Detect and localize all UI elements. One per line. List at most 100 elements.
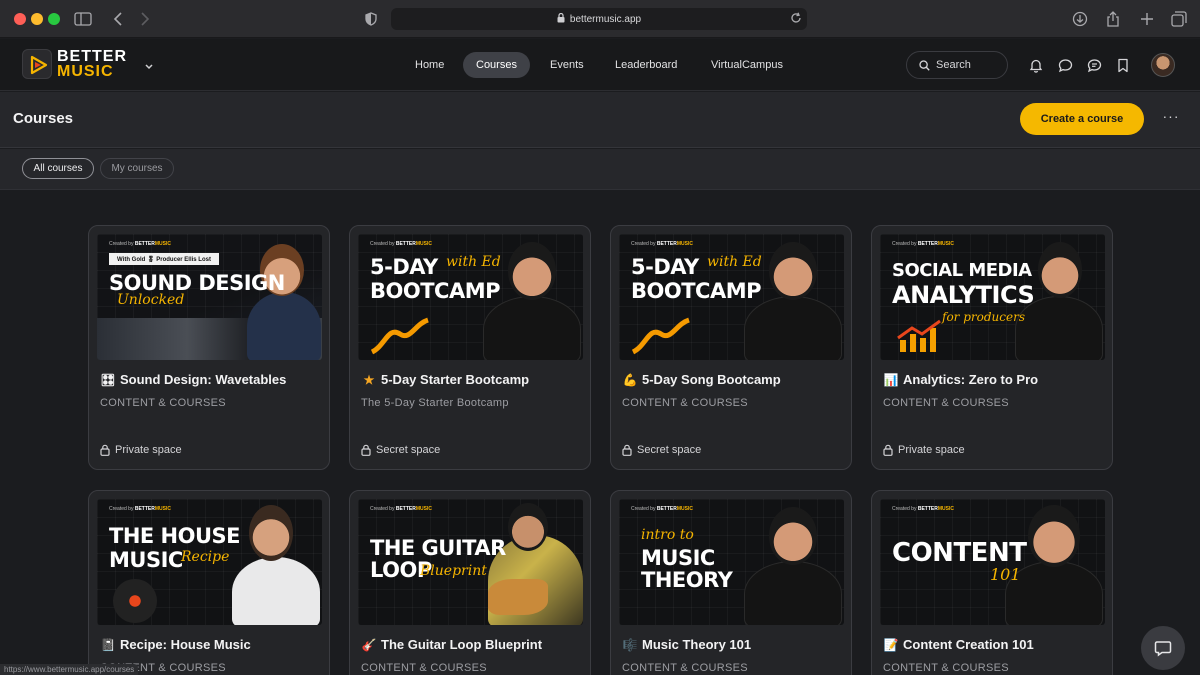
course-card[interactable]: Created by BETTERMUSIC SOCIAL MEDIA ANAL…: [871, 225, 1113, 470]
back-icon[interactable]: [107, 8, 129, 30]
thumbnail-script: Recipe: [181, 549, 230, 565]
recipe-icon: 📓: [100, 637, 116, 652]
course-space: Secret space: [622, 444, 701, 456]
filter-bar: All courses My courses: [0, 149, 1200, 190]
course-space: Private space: [100, 444, 182, 456]
course-card[interactable]: Created by BETTERMUSIC intro to MUSIC TH…: [610, 490, 852, 675]
minimize-window-button[interactable]: [31, 13, 43, 25]
lock-icon: [622, 444, 632, 456]
thumbnail-title: CONTENT: [892, 538, 1027, 568]
star-icon: ★: [363, 372, 375, 387]
course-thumbnail: Created by BETTERMUSIC intro to MUSIC TH…: [619, 499, 844, 625]
thumbnail-subtitle: BOOTCAMP: [370, 279, 501, 303]
thumbnail-brand: Created by BETTERMUSIC: [109, 241, 171, 247]
thumbnail-banner: With Gold 🎖 Producer Ellis Lost: [109, 253, 219, 265]
muscle-icon: 💪: [622, 372, 638, 387]
search-icon: [919, 59, 930, 71]
course-subtitle: CONTENT & COURSES: [883, 397, 1009, 409]
course-card[interactable]: Created by BETTERMUSIC THE HOUSE MUSIC R…: [88, 490, 330, 675]
course-space: Private space: [883, 444, 965, 456]
lock-icon: [100, 444, 110, 456]
chat-icon: [1154, 641, 1172, 657]
course-title: 🎼 Music Theory 101: [622, 637, 752, 652]
course-card[interactable]: Created by BETTERMUSIC CONTENT 101 📝 Cont…: [871, 490, 1113, 675]
new-tab-icon[interactable]: [1136, 8, 1158, 30]
bookmark-icon[interactable]: [1113, 55, 1133, 75]
share-icon[interactable]: [1102, 8, 1124, 30]
course-title: 📊 Analytics: Zero to Pro: [883, 372, 1039, 387]
course-card[interactable]: Created by BETTERMUSIC 5-DAY with Ed BOO…: [610, 225, 852, 470]
thumbnail-script: Blueprint: [420, 563, 487, 579]
chart-icon: 📊: [883, 372, 899, 387]
course-title: 🎛 Sound Design: Wavetables: [100, 372, 287, 387]
course-subtitle: CONTENT & COURSES: [361, 662, 487, 674]
thumbnail-title: 5-DAY: [631, 255, 699, 279]
notifications-bell-icon[interactable]: [1026, 55, 1046, 75]
thumbnail-script: 101: [990, 565, 1021, 584]
course-card[interactable]: Created by BETTERMUSIC With Gold 🎖 Produ…: [88, 225, 330, 470]
thumbnail-brand: Created by BETTERMUSIC: [631, 506, 693, 512]
filter-all-courses[interactable]: All courses: [22, 158, 94, 179]
reload-icon[interactable]: [790, 12, 802, 27]
nav-leaderboard[interactable]: Leaderboard: [602, 52, 690, 78]
sidebar-toggle-icon[interactable]: [72, 8, 94, 30]
privacy-shield-icon[interactable]: [360, 8, 382, 30]
course-space: Secret space: [361, 444, 440, 456]
link-status-bar: https://www.bettermusic.app/courses: [0, 664, 139, 675]
thumbnail-subtitle: BOOTCAMP: [631, 279, 762, 303]
zoom-window-button[interactable]: [48, 13, 60, 25]
course-thumbnail: Created by BETTERMUSIC THE HOUSE MUSIC R…: [97, 499, 322, 625]
course-title: 💪 5-Day Song Bootcamp: [622, 372, 781, 387]
thumbnail-script: Unlocked: [117, 292, 185, 308]
wave-emoji-icon: 🎛: [100, 372, 116, 387]
logo-icon[interactable]: [22, 49, 52, 79]
close-window-button[interactable]: [14, 13, 26, 25]
brand-logo[interactable]: BETTER MUSIC: [57, 49, 127, 80]
user-avatar[interactable]: [1151, 53, 1175, 77]
address-bar[interactable]: bettermusic.app: [391, 8, 807, 30]
downloads-icon[interactable]: [1069, 8, 1091, 30]
thumbnail-title: THE GUITAR: [370, 536, 506, 560]
thumbnail-brand: Created by BETTERMUSIC: [109, 506, 171, 512]
thumbnail-subtitle: THEORY: [641, 568, 733, 592]
forward-icon[interactable]: [134, 8, 156, 30]
nav-courses[interactable]: Courses: [463, 52, 530, 78]
thumbnail-subtitle: ANALYTICS: [892, 281, 1035, 309]
thumbnail-brand: Created by BETTERMUSIC: [370, 506, 432, 512]
tab-overview-icon[interactable]: [1168, 8, 1190, 30]
address-text: bettermusic.app: [569, 13, 642, 25]
course-title: ★ 5-Day Starter Bootcamp: [361, 372, 530, 387]
chat-widget-button[interactable]: [1141, 626, 1185, 670]
lock-icon: [557, 12, 565, 26]
thumbnail-title: SOUND DESIGN: [109, 271, 285, 295]
course-card[interactable]: Created by BETTERMUSIC 5-DAY with Ed BOO…: [349, 225, 591, 470]
course-subtitle: CONTENT & COURSES: [622, 662, 748, 674]
filter-my-courses[interactable]: My courses: [100, 158, 174, 179]
course-card[interactable]: Created by BETTERMUSIC THE GUITAR LOOP B…: [349, 490, 591, 675]
course-subtitle: CONTENT & COURSES: [100, 397, 226, 409]
thumbnail-brand: Created by BETTERMUSIC: [370, 241, 432, 247]
nav-home[interactable]: Home: [402, 52, 457, 78]
chevron-down-icon[interactable]: [144, 58, 154, 76]
nav-events[interactable]: Events: [537, 52, 597, 78]
messages-icon[interactable]: [1055, 55, 1075, 75]
app-header: BETTER MUSIC Home Courses Events Leaderb…: [0, 39, 1200, 91]
nav-virtualcampus[interactable]: VirtualCampus: [698, 52, 796, 78]
brand-line-2: MUSIC: [57, 63, 114, 80]
thumbnail-brand: Created by BETTERMUSIC: [892, 241, 954, 247]
search-button[interactable]: Search: [906, 51, 1008, 79]
create-course-button[interactable]: Create a course: [1020, 103, 1144, 135]
lock-icon: [883, 444, 893, 456]
page-header: Courses Create a course ···: [0, 92, 1200, 148]
thumbnail-brand: Created by BETTERMUSIC: [892, 506, 954, 512]
chat-threads-icon[interactable]: [1084, 55, 1104, 75]
thumbnail-title: 5-DAY: [370, 255, 438, 279]
browser-toolbar: bettermusic.app: [0, 0, 1200, 38]
course-title: 📝 Content Creation 101: [883, 637, 1034, 652]
course-thumbnail: Created by BETTERMUSIC THE GUITAR LOOP B…: [358, 499, 583, 625]
page-title: Courses: [13, 110, 74, 127]
more-options-icon[interactable]: ···: [1160, 108, 1182, 130]
course-thumbnail: Created by BETTERMUSIC SOCIAL MEDIA ANAL…: [880, 234, 1105, 360]
course-subtitle: CONTENT & COURSES: [883, 662, 1009, 674]
thumbnail-script: with Ed: [707, 254, 762, 270]
